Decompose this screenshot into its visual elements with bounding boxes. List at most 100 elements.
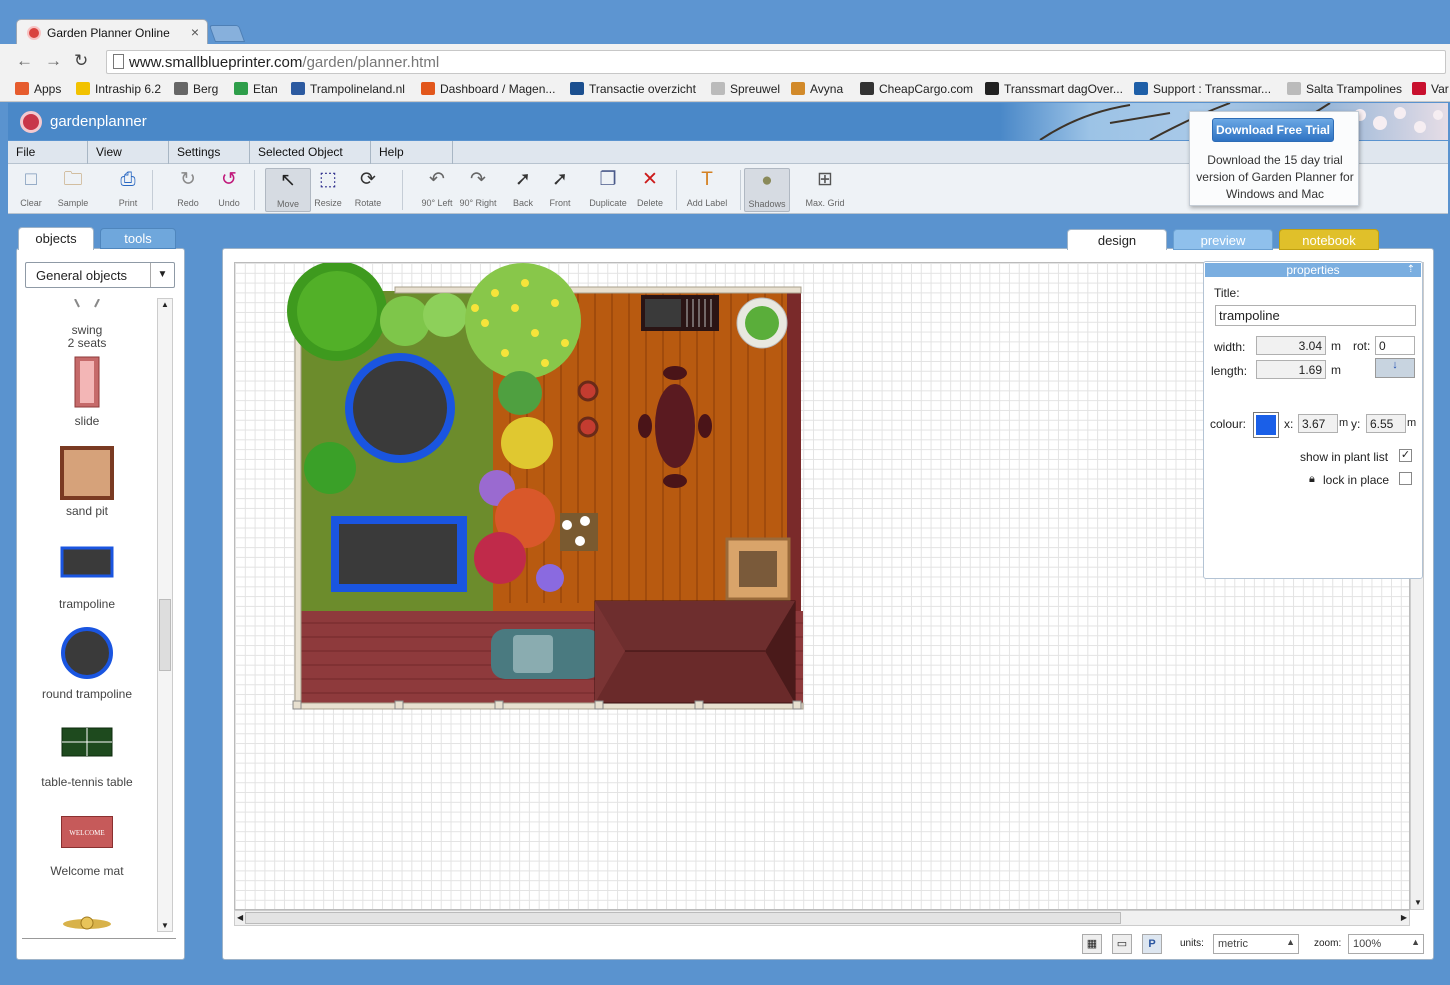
tool-delete[interactable]: ✕ Delete — [627, 168, 673, 212]
chair[interactable] — [698, 414, 712, 438]
bookmark-item[interactable]: Apps — [15, 82, 61, 96]
menu-view[interactable]: View — [88, 141, 169, 164]
tool-max-grid[interactable]: ⊞ Max. Grid — [802, 168, 848, 212]
list-item-swing[interactable]: swing 2 seats — [25, 298, 149, 350]
scroll-down-icon[interactable]: ▼ — [161, 921, 169, 930]
tool-sample[interactable]: 🗀 Sample — [50, 168, 96, 212]
fern-plant[interactable] — [304, 442, 356, 494]
plant[interactable] — [498, 371, 542, 415]
plant-yellow[interactable] — [501, 417, 553, 469]
stool[interactable] — [577, 380, 599, 402]
tool-undo[interactable]: ↺ Undo — [206, 168, 252, 212]
grid-toggle-icon[interactable]: ▦ — [1082, 934, 1102, 954]
chair[interactable] — [663, 366, 687, 380]
scroll-down-icon[interactable]: ▼ — [1414, 898, 1422, 907]
bookmark-item[interactable]: CheapCargo.com — [860, 82, 973, 96]
menu-help[interactable]: Help — [371, 141, 453, 164]
fence-bottom[interactable] — [294, 702, 804, 710]
shrub[interactable] — [380, 296, 430, 346]
list-item-slide[interactable]: slide — [25, 356, 149, 428]
bookmark-item[interactable]: Salta Trampolines — [1287, 82, 1402, 96]
tab-preview[interactable]: preview — [1173, 229, 1273, 250]
stool[interactable] — [577, 416, 599, 438]
list-item-partial[interactable] — [25, 914, 149, 930]
x-input[interactable]: 3.67 — [1298, 414, 1338, 433]
tool-add-label[interactable]: T Add Label — [684, 168, 730, 212]
ruler-icon[interactable]: ▭ — [1112, 934, 1132, 954]
tool-duplicate[interactable]: ❐ Duplicate — [585, 168, 631, 212]
tab-notebook[interactable]: notebook — [1279, 229, 1379, 250]
tool-print[interactable]: ⎙ Print — [105, 168, 151, 212]
plant-violet[interactable] — [536, 564, 564, 592]
tool-front[interactable]: ➚ Front — [537, 168, 583, 212]
scroll-up-icon[interactable]: ▲ — [161, 300, 169, 309]
bookmark-item[interactable]: Transactie overzicht — [570, 82, 696, 96]
units-select[interactable]: metric ▲ — [1213, 934, 1299, 954]
new-tab-button[interactable] — [208, 25, 246, 42]
plant-red[interactable] — [474, 532, 526, 584]
scroll-right-icon[interactable]: ▶ — [1401, 913, 1407, 922]
zoom-select[interactable]: 100% ▲ — [1348, 934, 1424, 954]
scrollbar-thumb[interactable] — [245, 912, 1121, 924]
favicon-icon — [27, 26, 41, 40]
tab-design[interactable]: design — [1067, 229, 1167, 250]
tool-redo[interactable]: ↻ Redo — [165, 168, 211, 212]
tool-shadows[interactable]: ● Shadows — [744, 168, 790, 212]
download-trial-button[interactable]: Download Free Trial — [1212, 118, 1334, 142]
bookmark-item[interactable]: Spreuwel — [711, 82, 780, 96]
tab-close-icon[interactable]: × — [191, 24, 199, 40]
rotation-dial-icon[interactable]: ↓ — [1375, 358, 1415, 378]
bookmark-item[interactable]: Avyna — [791, 82, 843, 96]
scrollbar-thumb[interactable] — [159, 599, 171, 671]
tool-90-right[interactable]: ↷ 90° Right — [455, 168, 501, 212]
length-input[interactable]: 1.69 — [1256, 360, 1326, 379]
chair[interactable] — [663, 474, 687, 488]
tab-tools[interactable]: tools — [100, 228, 176, 249]
collapse-icon[interactable]: ⇡ — [1407, 263, 1415, 277]
bookmark-item[interactable]: Etan — [234, 82, 278, 96]
tool-rotate[interactable]: ⟳ Rotate — [345, 168, 391, 212]
colour-swatch[interactable] — [1253, 412, 1279, 438]
dining-table[interactable] — [655, 384, 695, 468]
list-item-welcome-mat[interactable]: WELCOME Welcome mat — [25, 816, 149, 878]
tool-icon: ↷ — [470, 169, 486, 190]
tool-clear[interactable]: □ Clear — [8, 168, 54, 212]
colour-label: colour: — [1210, 417, 1247, 431]
list-item-trampoline[interactable]: trampoline — [25, 546, 149, 611]
tab-objects[interactable]: objects — [18, 227, 94, 250]
chair[interactable] — [638, 414, 652, 438]
back-arrow-icon[interactable]: ← — [16, 51, 33, 71]
scroll-left-icon[interactable]: ◀ — [237, 913, 243, 922]
reload-icon[interactable]: ↻ — [74, 51, 88, 71]
bookmark-item[interactable]: Dashboard / Magen... — [421, 82, 555, 96]
forward-arrow-icon[interactable]: → — [45, 51, 62, 71]
tool-90-left[interactable]: ↶ 90° Left — [414, 168, 460, 212]
bookmark-item[interactable]: Transsmart dagOver... — [985, 82, 1123, 96]
menu-selected-object[interactable]: Selected Object — [250, 141, 371, 164]
bookmark-item[interactable]: Intraship 6.2 — [76, 82, 161, 96]
browser-tab-active[interactable]: Garden Planner Online × — [16, 19, 208, 46]
list-item-round-trampoline[interactable]: round trampoline — [25, 626, 149, 701]
bookmark-item[interactable]: Var — [1412, 82, 1449, 96]
object-list-scrollbar[interactable]: ▲ ▼ — [157, 298, 173, 932]
menu-file[interactable]: File — [8, 141, 88, 164]
canvas-horizontal-scrollbar[interactable]: ◀ ▶ — [234, 910, 1410, 926]
list-item-sand-pit[interactable]: sand pit — [25, 446, 149, 518]
bookmark-item[interactable]: Support : Transsmar... — [1134, 82, 1271, 96]
shrub[interactable] — [423, 293, 467, 337]
bookmark-item[interactable]: Trampolineland.nl — [291, 82, 405, 96]
p-button[interactable]: P — [1142, 934, 1162, 954]
address-bar[interactable]: www.smallblueprinter.com/garden/planner.… — [106, 50, 1446, 74]
rotation-input[interactable]: 0 — [1375, 336, 1415, 355]
lock-in-place-checkbox[interactable] — [1399, 472, 1412, 485]
y-input[interactable]: 6.55 — [1366, 414, 1406, 433]
menu-settings[interactable]: Settings — [169, 141, 250, 164]
width-input[interactable]: 3.04 — [1256, 336, 1326, 355]
fence-top[interactable] — [394, 286, 802, 294]
fence-left[interactable] — [294, 288, 302, 710]
title-input[interactable]: trampoline — [1215, 305, 1416, 326]
show-in-plant-list-checkbox[interactable]: ✓ — [1399, 449, 1412, 462]
object-category-select[interactable]: General objects ▼ — [25, 262, 175, 288]
list-item-table-tennis[interactable]: table-tennis table — [25, 726, 149, 789]
bookmark-item[interactable]: Berg — [174, 82, 218, 96]
